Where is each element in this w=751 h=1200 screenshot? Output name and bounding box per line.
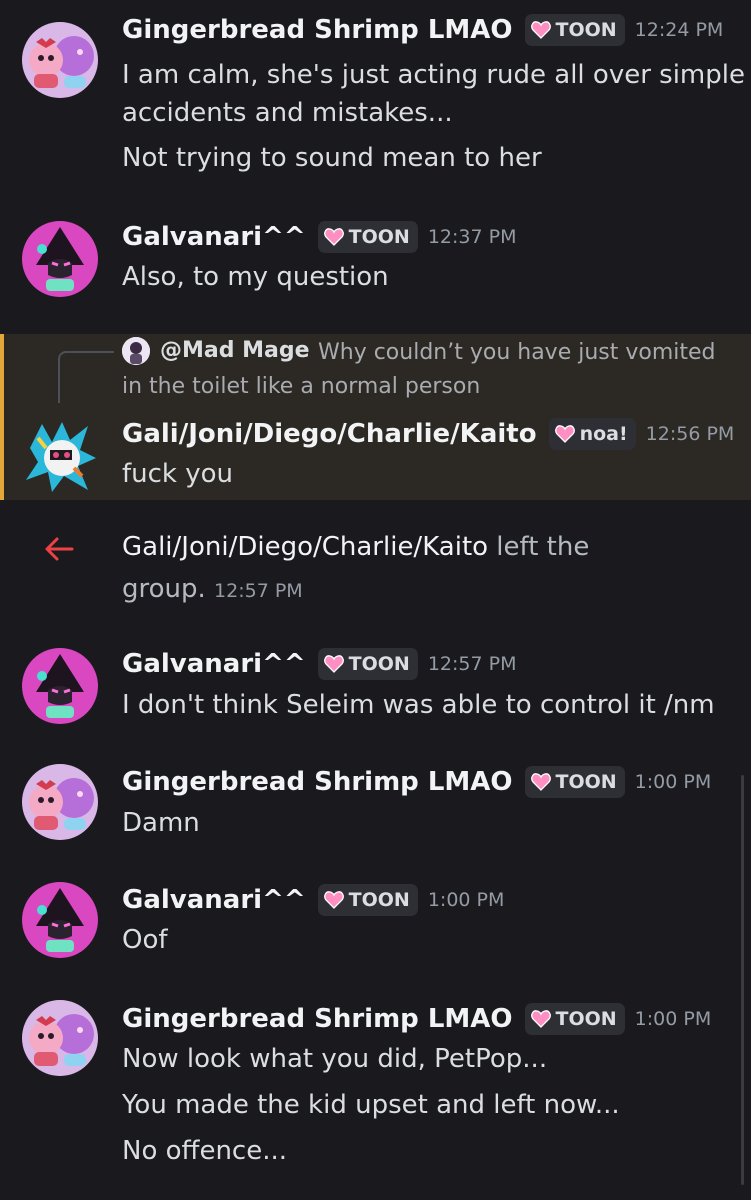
- username[interactable]: Galvanari^^: [122, 222, 306, 252]
- chat-message-list: Gingerbread Shrimp LMAO TOON 12:24 PM I …: [0, 0, 751, 1200]
- avatar[interactable]: [22, 882, 98, 958]
- server-tag[interactable]: TOON: [524, 1003, 625, 1035]
- pink-heart-icon: [530, 21, 551, 39]
- tag-label: noa!: [579, 423, 628, 445]
- message-header: Gingerbread Shrimp LMAO TOON 12:24 PM: [122, 14, 723, 46]
- server-tag[interactable]: TOON: [524, 14, 625, 46]
- username[interactable]: Galvanari^^: [122, 649, 306, 679]
- server-tag[interactable]: TOON: [317, 221, 418, 253]
- system-text: group.: [122, 574, 206, 604]
- tag-label: TOON: [555, 1008, 617, 1030]
- scrollbar[interactable]: [741, 775, 744, 1185]
- tag-label: TOON: [348, 226, 410, 248]
- timestamp: 1:00 PM: [634, 771, 712, 793]
- message-text: Damn: [122, 808, 200, 838]
- username[interactable]: Galvanari^^: [122, 885, 306, 915]
- username[interactable]: Gingerbread Shrimp LMAO: [122, 15, 513, 45]
- username[interactable]: Gingerbread Shrimp LMAO: [122, 767, 513, 797]
- message-text: Also, to my question: [122, 262, 389, 292]
- tag-label: TOON: [555, 19, 617, 41]
- system-username[interactable]: Gali/Joni/Diego/Charlie/Kaito: [122, 532, 488, 562]
- avatar[interactable]: [22, 22, 98, 98]
- message-text: fuck you: [122, 459, 234, 489]
- message-text: Oof: [122, 925, 168, 955]
- pink-heart-icon: [554, 425, 575, 443]
- username[interactable]: Gali/Joni/Diego/Charlie/Kaito: [122, 419, 537, 449]
- message-text: You made the kid upset and left now...: [122, 1090, 620, 1120]
- system-message: Gali/Joni/Diego/Charlie/Kaito left the: [122, 532, 589, 562]
- reply-preview-text[interactable]: Why couldn’t you have just vomited: [318, 340, 716, 365]
- server-tag[interactable]: TOON: [524, 766, 625, 798]
- message-text: Not trying to sound mean to her: [122, 143, 542, 173]
- message-text: I am calm, she's just acting rude all ov…: [122, 60, 745, 90]
- pink-heart-icon: [323, 891, 344, 909]
- pink-heart-icon: [323, 228, 344, 246]
- timestamp: 1:00 PM: [634, 1008, 712, 1030]
- message-header: Gingerbread Shrimp LMAO TOON 1:00 PM: [122, 1003, 711, 1035]
- message-text: accidents and mistakes...: [122, 98, 453, 128]
- reply-author[interactable]: @Mad Mage: [160, 338, 310, 363]
- timestamp: 12:24 PM: [634, 19, 724, 41]
- server-tag[interactable]: TOON: [317, 648, 418, 680]
- pink-heart-icon: [530, 773, 551, 791]
- timestamp: 12:57 PM: [214, 580, 303, 602]
- tag-label: TOON: [348, 889, 410, 911]
- timestamp: 1:00 PM: [427, 889, 505, 911]
- reply-preview-text[interactable]: in the toilet like a normal person: [122, 374, 480, 399]
- server-tag[interactable]: noa!: [548, 418, 636, 450]
- message-header: Gali/Joni/Diego/Charlie/Kaito noa! 12:56…: [122, 418, 734, 450]
- pink-heart-icon: [530, 1010, 551, 1028]
- username[interactable]: Gingerbread Shrimp LMAO: [122, 1004, 513, 1034]
- system-text: left the: [488, 532, 590, 562]
- message-header: Gingerbread Shrimp LMAO TOON 1:00 PM: [122, 766, 711, 798]
- message-header: Galvanari^^ TOON 12:37 PM: [122, 221, 516, 253]
- timestamp: 12:56 PM: [645, 423, 735, 445]
- pink-heart-icon: [323, 655, 344, 673]
- avatar[interactable]: [22, 418, 98, 494]
- reply-connector: [58, 351, 114, 403]
- timestamp: 12:57 PM: [427, 653, 517, 675]
- message-header: Galvanari^^ TOON 1:00 PM: [122, 884, 504, 916]
- tag-label: TOON: [348, 653, 410, 675]
- server-tag[interactable]: TOON: [317, 884, 418, 916]
- message-header: Galvanari^^ TOON 12:57 PM: [122, 648, 516, 680]
- reply-avatar[interactable]: [122, 337, 150, 365]
- timestamp: 12:37 PM: [427, 226, 517, 248]
- avatar[interactable]: [22, 221, 98, 297]
- tag-label: TOON: [555, 771, 617, 793]
- avatar[interactable]: [22, 1000, 98, 1076]
- system-message-line-2: group. 12:57 PM: [122, 574, 303, 604]
- message-text: Now look what you did, PetPop...: [122, 1044, 548, 1074]
- message-text: No offence...: [122, 1136, 288, 1166]
- message-text: I don't think Seleim was able to control…: [122, 690, 715, 720]
- avatar[interactable]: [22, 764, 98, 840]
- left-arrow-icon: [45, 537, 74, 561]
- avatar[interactable]: [22, 648, 98, 724]
